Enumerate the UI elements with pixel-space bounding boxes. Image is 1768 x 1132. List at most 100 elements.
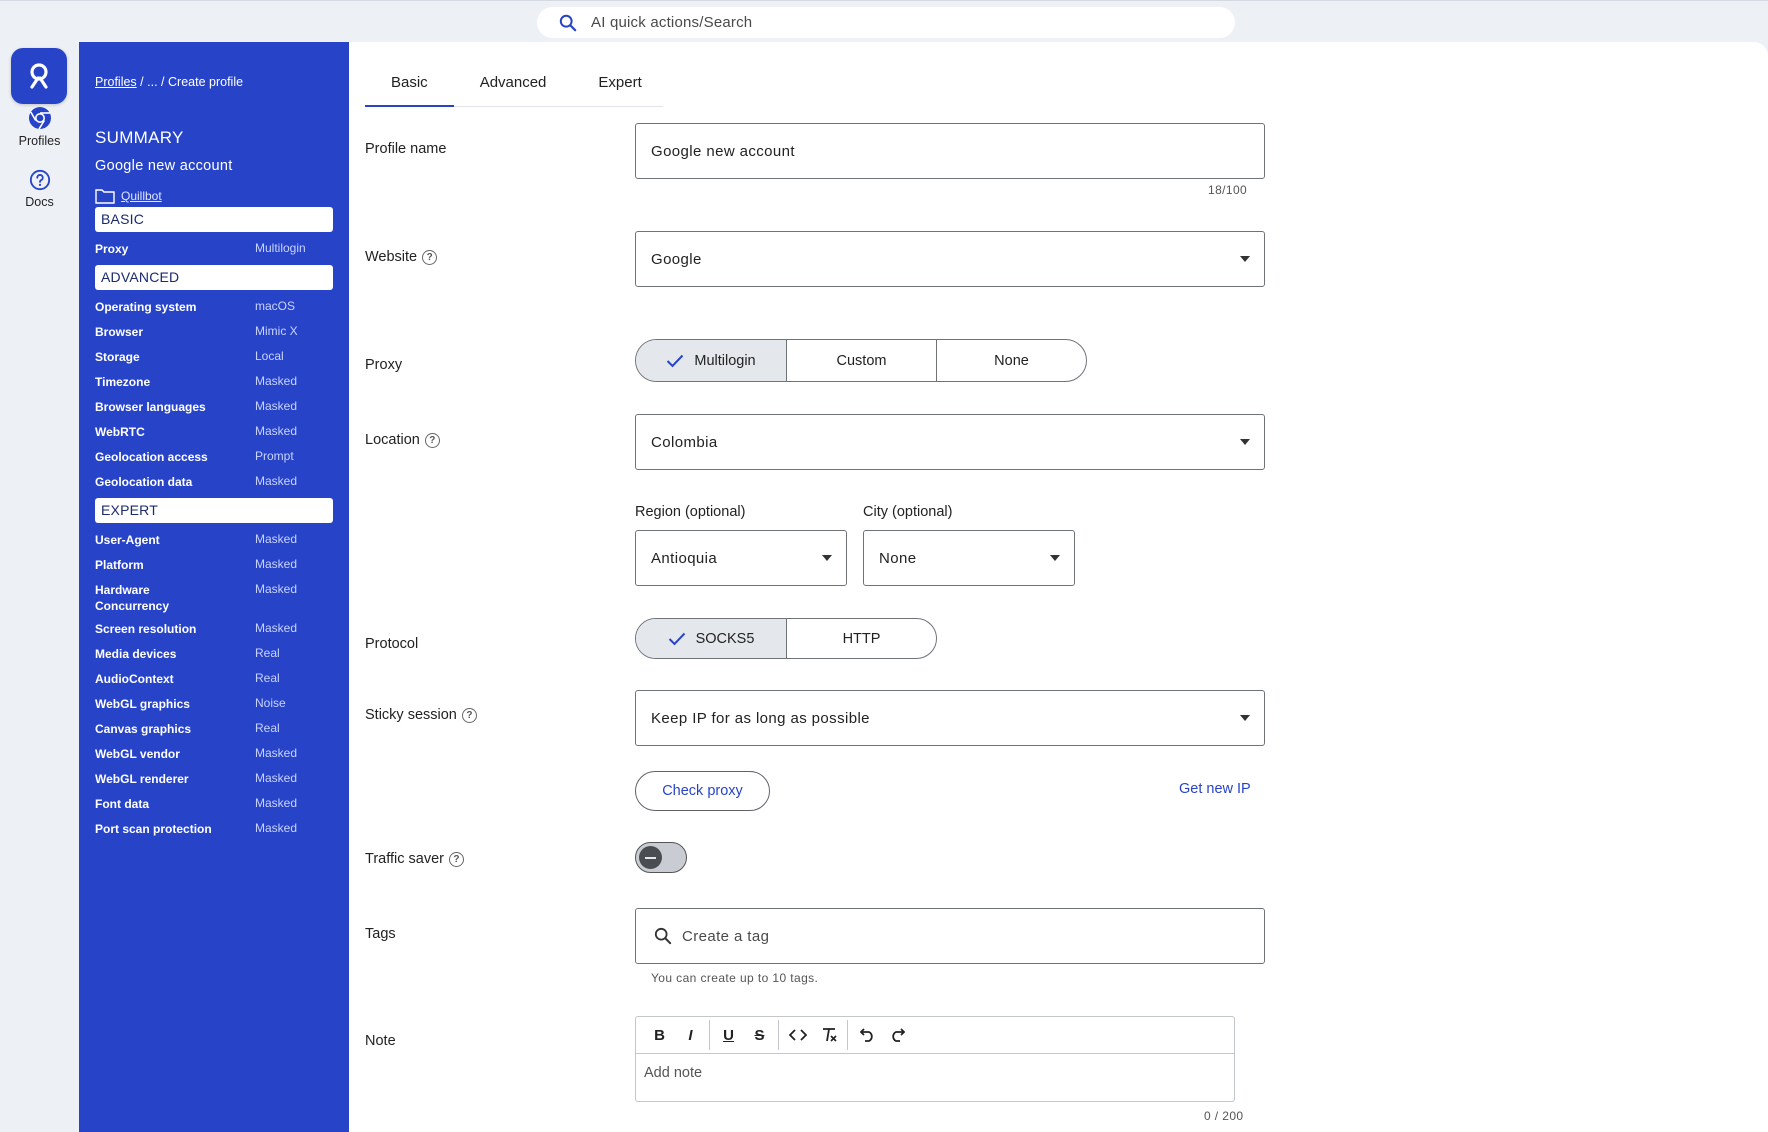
proxy-label: Proxy: [365, 357, 402, 373]
redo-icon[interactable]: [882, 1020, 913, 1050]
folder-link[interactable]: Quillbot: [121, 189, 162, 203]
summary-row-key: AudioContext: [95, 672, 174, 686]
tab-basic[interactable]: Basic: [365, 58, 454, 107]
summary-row-key: WebRTC: [95, 425, 145, 439]
proxy-option-label: Custom: [836, 352, 887, 369]
traffic-saver-toggle[interactable]: [635, 842, 687, 873]
region-select[interactable]: Antioquia: [635, 530, 847, 586]
summary-row-value: Real: [255, 671, 280, 685]
breadcrumb-profiles-link[interactable]: Profiles: [95, 75, 137, 89]
website-value: Google: [651, 250, 702, 268]
italic-icon[interactable]: I: [675, 1020, 706, 1050]
main-panel: Basic Advanced Expert Profile name Googl…: [349, 42, 1768, 1132]
code-icon[interactable]: [782, 1020, 813, 1050]
tab-bar: Basic Advanced Expert: [365, 58, 663, 107]
summary-row: Media devices Real: [95, 646, 333, 662]
summary-row: WebGL renderer Masked: [95, 771, 333, 787]
underline-icon[interactable]: U: [713, 1020, 744, 1050]
bold-icon[interactable]: B: [644, 1020, 675, 1050]
summary-row: Browser languages Masked: [95, 399, 333, 415]
summary-row-key: Media devices: [95, 647, 177, 661]
rail-item-docs[interactable]: Docs: [0, 169, 79, 209]
summary-row-value: Real: [255, 646, 280, 660]
protocol-label-text: Protocol: [365, 636, 419, 652]
summary-row: WebGL graphics Noise: [95, 696, 333, 712]
help-icon[interactable]: ?: [422, 249, 438, 265]
clear-format-icon-glyph: [822, 1028, 837, 1042]
summary-row-key: Browser languages: [95, 400, 206, 414]
summary-folder: Quillbot: [95, 188, 162, 204]
clear-format-icon[interactable]: [813, 1020, 844, 1050]
tab-expert[interactable]: Expert: [572, 58, 667, 107]
summary-row-key: Port scan protection: [95, 822, 212, 836]
note-label-text: Note: [365, 1033, 396, 1049]
summary-section-expert[interactable]: EXPERT: [95, 498, 333, 523]
protocol-option-socks5[interactable]: SOCKS5: [636, 619, 786, 658]
undo-icon-glyph: [859, 1028, 873, 1042]
protocol-option-http[interactable]: HTTP: [786, 619, 936, 658]
profile-name-value: Google new account: [651, 142, 795, 160]
summary-row-key: Proxy: [95, 242, 129, 256]
check-icon: [668, 632, 685, 645]
proxy-option-label: None: [994, 352, 1029, 369]
rail-item-profiles[interactable]: Profiles: [0, 106, 79, 148]
protocol-label: Protocol: [365, 636, 418, 652]
summary-row-key: Storage: [95, 350, 140, 364]
summary-row: Timezone Masked: [95, 374, 333, 390]
app-logo[interactable]: [11, 48, 67, 104]
global-search-input[interactable]: AI quick actions/Search: [537, 7, 1235, 38]
undo-icon[interactable]: [851, 1020, 882, 1050]
breadcrumb-ellipsis[interactable]: ...: [147, 75, 157, 89]
sticky-session-value: Keep IP for as long as possible: [651, 709, 870, 727]
summary-section-basic[interactable]: BASIC: [95, 207, 333, 232]
note-label: Note: [365, 1033, 396, 1049]
toolbar-divider: [847, 1020, 848, 1050]
summary-row-value: macOS: [255, 299, 296, 313]
protocol-segmented-control: SOCKS5 HTTP: [635, 618, 937, 659]
website-select[interactable]: Google: [635, 231, 1265, 287]
tags-input[interactable]: Create a tag: [635, 908, 1265, 964]
proxy-option-multilogin[interactable]: Multilogin: [636, 340, 786, 381]
traffic-saver-label-text: Traffic saver: [365, 851, 444, 867]
summary-row: Font data Masked: [95, 796, 333, 812]
proxy-option-none[interactable]: None: [936, 340, 1086, 381]
summary-row: Platform Masked: [95, 557, 333, 573]
tab-advanced[interactable]: Advanced: [454, 58, 573, 107]
protocol-option-label: SOCKS5: [695, 630, 755, 647]
help-icon[interactable]: ?: [424, 432, 440, 448]
rail-label-docs: Docs: [25, 195, 54, 209]
check-proxy-button[interactable]: Check proxy: [635, 771, 770, 811]
summary-row-value: Prompt: [255, 449, 294, 463]
caret-down-icon: [1050, 555, 1060, 561]
caret-down-icon: [1240, 256, 1250, 262]
summary-row-key: Operating system: [95, 300, 197, 314]
note-input[interactable]: Add note: [636, 1054, 1234, 1081]
rail-label-profiles: Profiles: [18, 134, 61, 148]
summary-row-key: Hardware Concurrency: [95, 583, 170, 613]
summary-row-key: WebGL renderer: [95, 772, 189, 786]
summary-row: Hardware Concurrency Masked: [95, 582, 333, 614]
search-icon: [559, 14, 577, 31]
location-select[interactable]: Colombia: [635, 414, 1265, 470]
summary-row-value: Masked: [255, 374, 298, 388]
help-icon[interactable]: ?: [448, 851, 464, 867]
summary-row-value: Masked: [255, 796, 298, 810]
city-label: City (optional): [863, 504, 953, 520]
get-new-ip-button[interactable]: Get new IP: [1179, 781, 1251, 797]
tags-hint: You can create up to 10 tags.: [651, 971, 819, 985]
summary-title: SUMMARY: [95, 128, 184, 147]
summary-row-value: Masked: [255, 399, 298, 413]
sticky-session-select[interactable]: Keep IP for as long as possible: [635, 690, 1265, 746]
help-icon[interactable]: ?: [461, 707, 477, 723]
summary-row: Operating system macOS: [95, 299, 333, 315]
tags-placeholder: Create a tag: [682, 927, 770, 945]
summary-section-advanced[interactable]: ADVANCED: [95, 265, 333, 290]
strikethrough-icon[interactable]: S: [744, 1020, 775, 1050]
summary-row-key: Canvas graphics: [95, 722, 192, 736]
multilogin-logo-icon: [30, 63, 48, 89]
toggle-knob: [639, 846, 662, 869]
profile-name-input[interactable]: Google new account: [635, 123, 1265, 179]
city-select[interactable]: None: [863, 530, 1075, 586]
proxy-option-label: Multilogin: [694, 352, 756, 369]
proxy-option-custom[interactable]: Custom: [786, 340, 936, 381]
